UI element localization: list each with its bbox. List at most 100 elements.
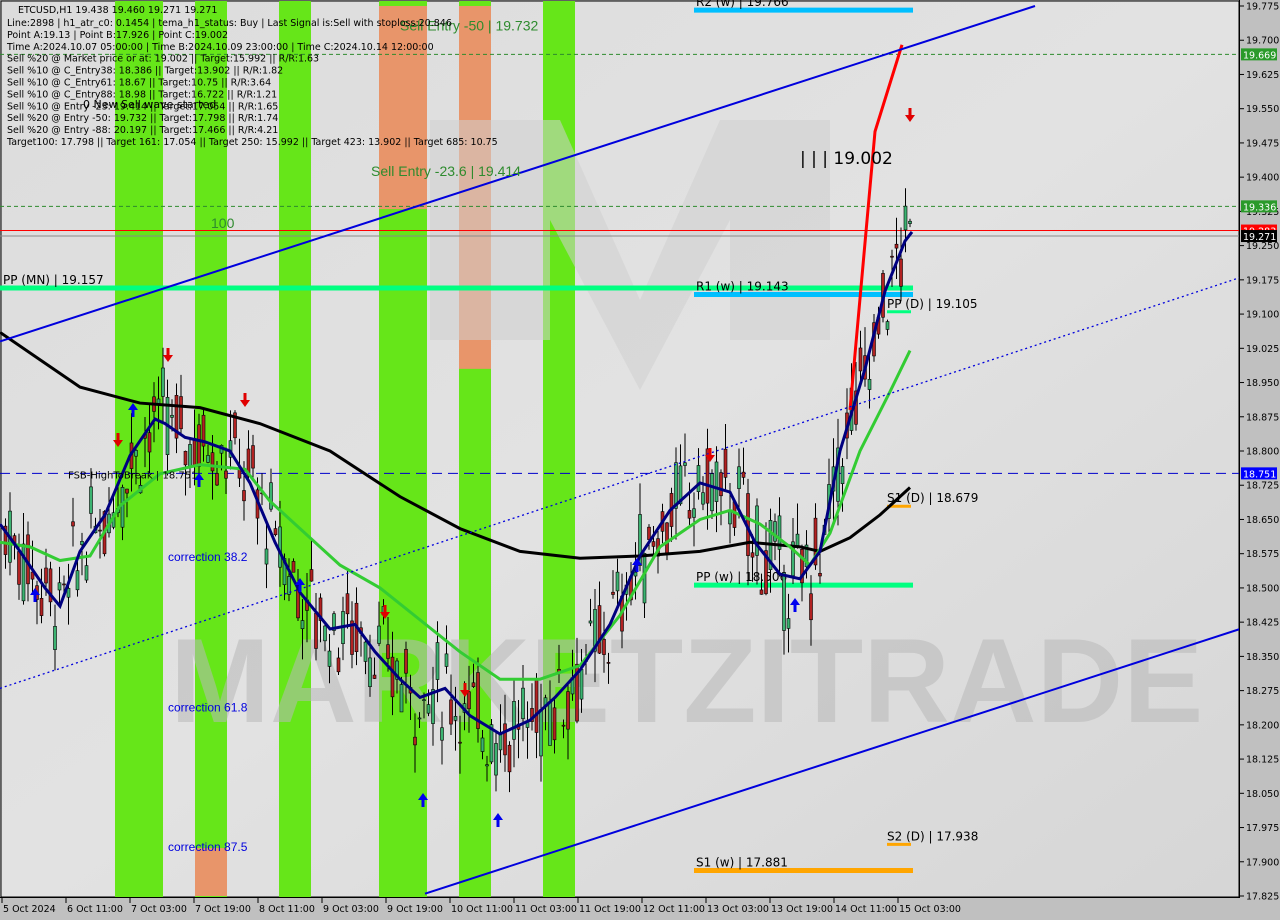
info-line: Sell %20 @ Entry -88: 20.197 || Target:1… [7,125,278,136]
y-tick-label: 18.575 [1246,549,1279,560]
candle-body [692,508,696,518]
candle-body [611,591,615,595]
time-axis[interactable]: 5 Oct 2024 6 Oct 11:00 7 Oct 03:00 7 Oct 19… [1,898,961,915]
candle-body [179,396,183,430]
pivot-label: PP (MN) | 19.157 [3,273,104,287]
candle-body [894,243,899,249]
candle-body [413,736,417,746]
candle-body [534,679,539,733]
candle-body [651,541,656,547]
candle-body [507,744,512,773]
x-tick-label: 9 Oct 03:00 [323,904,379,915]
candle-body [710,473,714,512]
candle-body [422,699,426,701]
y-tick-label: 17.900 [1246,857,1279,868]
candle-body [210,452,215,472]
info-line: Sell %20 @ Entry -50: 19.732 || Target:1… [7,113,278,124]
x-tick-label: 9 Oct 19:00 [387,904,443,915]
candle-body [665,522,669,554]
pivot-label: S1 (D) | 18.679 [887,491,978,505]
candle-body [674,462,678,509]
candle-body [224,470,228,479]
y-tick-label: 17.975 [1246,823,1279,834]
info-line: Sell %20 @ Market price or at: 19.002 ||… [7,54,319,65]
annotation-label: correction 87.5 [168,840,248,854]
y-tick-label: 19.025 [1246,344,1279,355]
x-tick-label: 8 Oct 11:00 [259,904,315,915]
candle-body [647,526,651,540]
candle-body [683,462,687,466]
candle-body [809,593,813,621]
y-tick-label: 19.175 [1246,275,1279,286]
x-tick-label: 13 Oct 19:00 [771,904,833,915]
candle-body [521,687,525,719]
candle-body [125,488,129,494]
candle-body [75,570,80,591]
pivot-label: PP (w) | 18.506 [696,570,787,584]
x-tick-label: 5 Oct 2024 [3,904,56,915]
y-tick-label: 19.625 [1246,70,1279,81]
candle-body [773,521,777,542]
candle-body [39,598,44,616]
y-tick-label: 18.500 [1246,583,1279,594]
candle-body [192,438,197,467]
info-line: Sell %10 @ C_Entry38: 18.386 || Target:1… [7,66,283,77]
y-tick-label: 19.100 [1246,310,1279,321]
x-tick-label: 13 Oct 03:00 [707,904,769,915]
y-tick-label: 19.475 [1246,138,1279,149]
y-tick-label: 18.425 [1246,618,1279,629]
candle-body [602,638,606,655]
candle-body [345,593,350,615]
candle-body [336,657,341,673]
candle-body [444,653,449,667]
candle-body [399,684,404,713]
candle-body [161,367,165,397]
candle-body [237,469,242,479]
candle-body [858,347,863,372]
candle-body [426,704,431,714]
candle-body [71,521,75,527]
y-tick-label: 19.400 [1246,173,1279,184]
x-tick-label: 7 Oct 19:00 [195,904,251,915]
candle-body [561,724,566,727]
candle-body [134,450,138,457]
x-tick-label: 10 Oct 11:00 [451,904,513,915]
signal-band [195,848,227,896]
y-tick-label: 18.050 [1246,789,1279,800]
x-tick-label: 11 Oct 19:00 [579,904,641,915]
candle-body [363,641,368,662]
x-tick-label: 6 Oct 11:00 [67,904,123,915]
pivot-label: R2 (w) | 19.766 [696,0,789,9]
candle-body [147,432,152,453]
candle-body [453,716,458,721]
candle-body [579,669,584,700]
x-tick-label: 7 Oct 03:00 [131,904,187,915]
y-tick-label: 19.700 [1246,36,1279,47]
y-tick-label: 17.825 [1246,892,1279,903]
candle-body [57,582,62,591]
candle-body [606,662,611,664]
candle-body [372,674,377,679]
x-tick-label: 12 Oct 11:00 [643,904,705,915]
candle-body [548,701,552,746]
candle-body [885,321,890,330]
candle-body [458,741,462,744]
candle-body [687,510,692,519]
candle-body [269,482,273,510]
candle-body [615,571,620,592]
candle-body [84,565,89,581]
candle-body [188,444,192,468]
candle-body [449,699,453,725]
candle-body [98,529,102,532]
candle-body [867,379,872,390]
candle-body [552,707,557,741]
candle-body [903,205,908,231]
price-chart[interactable]: MARKETZITRADE PP (MN) | 19.157 R1 (w) | 1… [0,0,1280,920]
y-tick-label: 18.200 [1246,720,1279,731]
candle-body [327,650,332,667]
candle-body [80,541,84,545]
y-tick-label: 18.800 [1246,447,1279,458]
price-badge-label: 19.669 [1243,50,1276,61]
x-tick-label: 11 Oct 03:00 [515,904,577,915]
candle-body [633,571,638,577]
